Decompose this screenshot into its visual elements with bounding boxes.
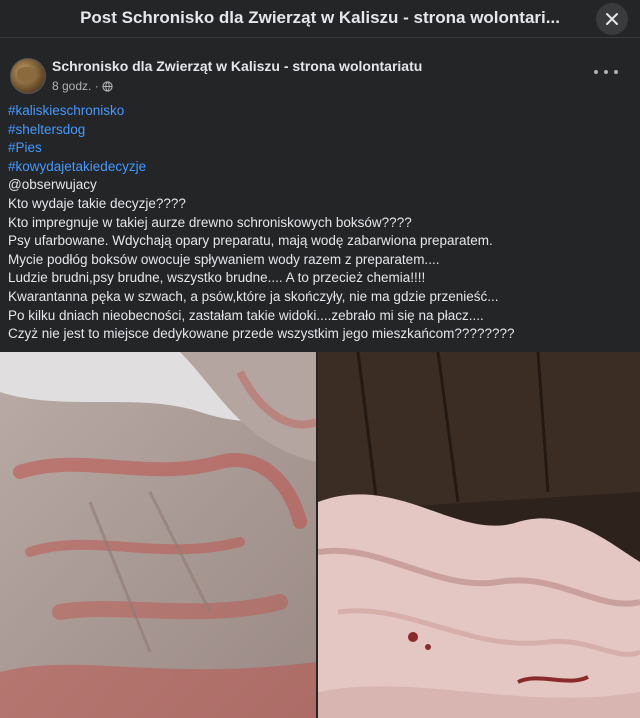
post-line: Kwarantanna pęka w szwach, a psów,które … bbox=[8, 288, 499, 304]
post-line: Kto impregnuje w takiej aurze drewno sch… bbox=[8, 214, 412, 230]
photo-stained-hand[interactable] bbox=[0, 352, 316, 718]
close-icon bbox=[606, 13, 618, 25]
post-time[interactable]: 8 godz. · bbox=[52, 79, 99, 93]
post: Schronisko dla Zwierząt w Kaliszu - stro… bbox=[0, 38, 640, 718]
more-options-icon bbox=[594, 70, 598, 74]
post-author[interactable]: Schronisko dla Zwierząt w Kaliszu - stro… bbox=[52, 58, 422, 74]
hashtag-link[interactable]: #sheltersdog bbox=[8, 121, 628, 140]
modal-title: Post Schronisko dla Zwierząt w Kaliszu -… bbox=[80, 8, 560, 27]
post-line: Po kilku dniach nieobecności, zastałam t… bbox=[8, 307, 484, 323]
avatar[interactable] bbox=[10, 58, 46, 94]
post-line: Mycie podłóg boksów owocuje spływaniem w… bbox=[8, 251, 440, 267]
post-line: Psy ufarbowane. Wdychają opary preparatu… bbox=[8, 233, 493, 249]
more-options-dot bbox=[604, 70, 608, 74]
photo-stained-cloth[interactable] bbox=[318, 352, 640, 718]
hashtag-link[interactable]: #Pies bbox=[8, 139, 628, 158]
post-line: Kto wydaje takie decyzje???? bbox=[8, 195, 186, 211]
more-options-dot bbox=[614, 70, 618, 74]
globe-icon bbox=[102, 80, 113, 92]
post-line: Czyż nie jest to miejsce dedykowane prze… bbox=[8, 326, 515, 342]
close-button[interactable] bbox=[596, 3, 628, 35]
post-meta: 8 godz. · bbox=[52, 79, 113, 93]
more-options-button[interactable] bbox=[594, 62, 618, 82]
post-line: @obserwujacy bbox=[8, 177, 97, 193]
hashtag-link[interactable]: #kowydajetakiedecyzje bbox=[8, 158, 628, 177]
post-photos bbox=[0, 352, 640, 718]
modal-header: Post Schronisko dla Zwierząt w Kaliszu -… bbox=[0, 0, 640, 38]
post-line: Ludzie brudni,psy brudne, wszystko brudn… bbox=[8, 270, 426, 286]
hashtag-link[interactable]: #kaliskieschronisko bbox=[8, 102, 628, 121]
post-text: #kaliskieschronisko #sheltersdog #Pies #… bbox=[8, 102, 628, 344]
